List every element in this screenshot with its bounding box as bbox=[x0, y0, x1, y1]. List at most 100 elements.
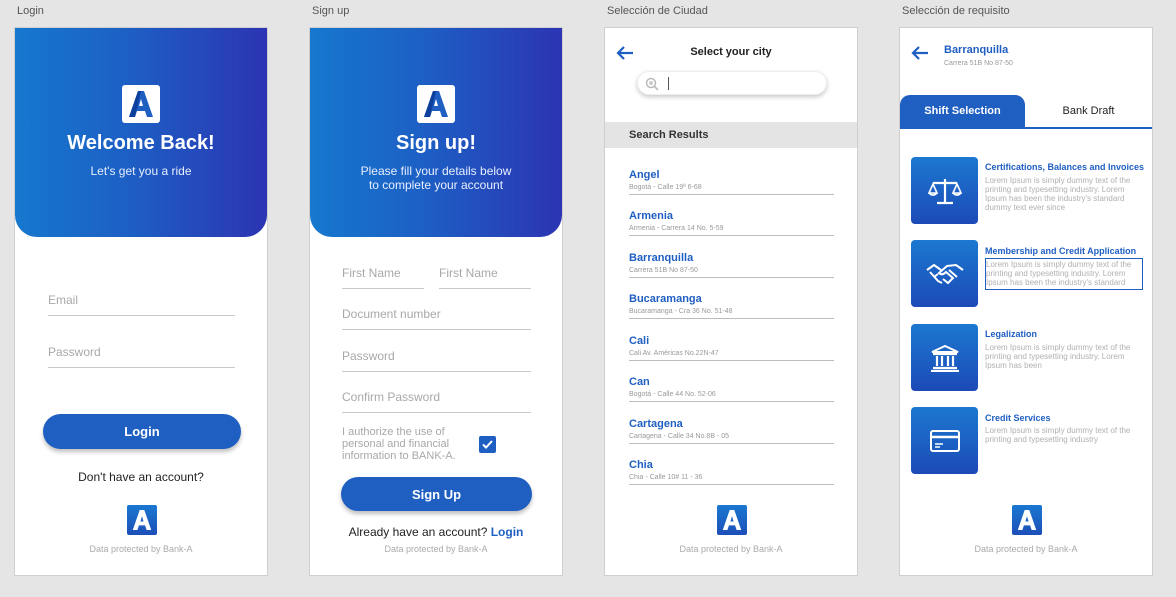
city-list-item[interactable]: Can Bogotá - Calle 44 No. 52-06 bbox=[629, 376, 834, 402]
city-name: Barranquilla bbox=[629, 252, 694, 264]
document-number-field[interactable]: Document number bbox=[342, 307, 531, 330]
signup-hero: Sign up! Please fill your details below … bbox=[310, 28, 562, 237]
artboard-label-signup: Sign up bbox=[312, 5, 350, 17]
authorize-checkbox[interactable] bbox=[479, 436, 496, 453]
signup-subtitle-line2: to complete your account bbox=[368, 178, 504, 192]
bank-logo-icon bbox=[417, 85, 455, 123]
footer-note: Data protected by Bank-A bbox=[384, 544, 488, 554]
city-list-item[interactable]: Cartagena Cartagena - Calle 34 No.8B - 0… bbox=[629, 418, 834, 444]
authorize-line3: information to BANK-A. bbox=[342, 450, 456, 462]
handshake-icon[interactable] bbox=[911, 240, 978, 307]
first-name-field[interactable]: First Name bbox=[342, 266, 424, 289]
search-results-header: Search Results bbox=[605, 122, 857, 148]
authorize-text: I authorize the use of personal and fina… bbox=[342, 426, 456, 462]
checkmark-icon bbox=[482, 440, 493, 449]
artboard-label-login: Login bbox=[17, 5, 44, 17]
city-list-item[interactable]: Cali Cali Av. Américas No.22N-47 bbox=[629, 335, 834, 361]
desc-line: Ipsum has been the industry's standard bbox=[986, 278, 1126, 287]
no-account-link[interactable]: Don't have an account? bbox=[15, 470, 267, 484]
select-city-title: Select your city bbox=[690, 46, 772, 58]
login-screen: Welcome Back! Let's get you a ride Email… bbox=[14, 27, 268, 576]
requirement-description: Lorem Ipsum is simply dummy text of the … bbox=[985, 343, 1143, 370]
signup-screen: Sign up! Please fill your details below … bbox=[309, 27, 563, 576]
footer-note: Data protected by Bank-A bbox=[679, 544, 783, 554]
selected-city-name: Barranquilla bbox=[944, 44, 1009, 56]
city-list-item[interactable]: Armenia Armenia - Carrera 14 No. 5-59 bbox=[629, 210, 834, 236]
city-name: Angel bbox=[629, 169, 660, 181]
city-name: Cali bbox=[629, 335, 650, 347]
scale-icon[interactable] bbox=[911, 157, 978, 224]
city-address: Armenia - Carrera 14 No. 5-59 bbox=[629, 225, 724, 232]
selected-city-address: Carrera 51B No 87-50 bbox=[944, 60, 1013, 67]
city-list-item[interactable]: Barranquilla Carrera 51B No 87-50 bbox=[629, 252, 834, 278]
authorize-line1: I authorize the use of bbox=[342, 426, 445, 438]
tab-bank-draft[interactable]: Bank Draft bbox=[1025, 95, 1152, 127]
city-name: Armenia bbox=[629, 210, 674, 222]
city-address: Bogotá - Calle 44 No. 52-06 bbox=[629, 391, 716, 398]
tab-underline bbox=[900, 127, 1152, 129]
signup-button[interactable]: Sign Up bbox=[341, 477, 532, 511]
city-list-item[interactable]: Angel Bogotá - Calle 19ª 6-68 bbox=[629, 169, 834, 195]
have-account-text: Already have an account? Login bbox=[310, 525, 562, 539]
password-field[interactable]: Password bbox=[342, 349, 531, 372]
city-name: Chia bbox=[629, 459, 653, 471]
login-button[interactable]: Login bbox=[43, 414, 241, 449]
bank-logo-small-icon bbox=[1012, 505, 1042, 535]
search-icon bbox=[645, 77, 659, 91]
requirement-title[interactable]: Credit Services bbox=[985, 413, 1051, 423]
requirement-description: Lorem Ipsum is simply dummy text of the … bbox=[985, 176, 1143, 212]
requirement-selection-screen: Barranquilla Carrera 51B No 87-50 Shift … bbox=[899, 27, 1153, 576]
login-title: Welcome Back! bbox=[67, 132, 215, 154]
desc-line: printing and typesetting industry. Lorem bbox=[986, 269, 1126, 278]
desc-line: Lorem Ipsum is simply dummy text of the bbox=[985, 426, 1131, 435]
desc-line: Lorem Ipsum is simply dummy text of the bbox=[986, 260, 1132, 269]
desc-line: Lorem Ipsum is simply dummy text of the bbox=[985, 343, 1131, 352]
confirm-password-field[interactable]: Confirm Password bbox=[342, 390, 531, 413]
bank-icon[interactable] bbox=[911, 324, 978, 391]
have-account-label: Already have an account? bbox=[348, 525, 488, 539]
desc-line: printing and typesetting industry. Lorem bbox=[985, 352, 1125, 361]
artboard-label-requirement: Selección de requisito bbox=[902, 5, 1010, 17]
login-link[interactable]: Login bbox=[491, 525, 524, 539]
city-list-item[interactable]: Bucaramanga Bucaramanga - Cra 36 No. 51-… bbox=[629, 293, 834, 319]
desc-line: Lorem Ipsum is simply dummy text of the bbox=[985, 176, 1131, 185]
city-address: Bucaramanga - Cra 36 No. 51-48 bbox=[629, 308, 733, 315]
desc-line: printing and typesetting industry. Lorem bbox=[985, 185, 1125, 194]
signup-title: Sign up! bbox=[396, 132, 476, 154]
desc-line: Ipsum has been the industry's standard bbox=[985, 194, 1125, 203]
city-address: Bogotá - Calle 19ª 6-68 bbox=[629, 184, 702, 191]
credit-card-icon[interactable] bbox=[911, 407, 978, 474]
city-selection-screen: Select your city Search Results Angel Bo… bbox=[604, 27, 858, 576]
city-search-input[interactable] bbox=[637, 71, 827, 95]
desc-line: Ipsum has been bbox=[985, 361, 1042, 370]
city-name: Cartagena bbox=[629, 418, 683, 430]
requirement-description: Lorem Ipsum is simply dummy text of the … bbox=[985, 426, 1143, 444]
city-list-item[interactable]: Chia Chia - Calle 10# 11 - 36 bbox=[629, 459, 834, 485]
signup-subtitle: Please fill your details below to comple… bbox=[330, 164, 542, 192]
requirement-description: Lorem Ipsum is simply dummy text of the … bbox=[985, 258, 1143, 290]
requirement-title[interactable]: Legalization bbox=[985, 329, 1037, 339]
city-address: Cartagena - Calle 34 No.8B - 05 bbox=[629, 433, 729, 440]
requirement-title[interactable]: Certifications, Balances and Invoices bbox=[985, 162, 1144, 172]
email-field[interactable]: Email bbox=[48, 293, 235, 316]
city-address: Cali Av. Américas No.22N-47 bbox=[629, 350, 719, 357]
desc-line: printing and typesetting industry bbox=[985, 435, 1098, 444]
last-name-field[interactable]: First Name bbox=[439, 266, 531, 289]
requirement-title[interactable]: Membership and Credit Application bbox=[985, 246, 1136, 256]
text-cursor bbox=[668, 77, 669, 90]
desc-line: dummy text ever since bbox=[985, 203, 1066, 212]
tab-shift-selection[interactable]: Shift Selection bbox=[900, 95, 1025, 127]
signup-subtitle-line1: Please fill your details below bbox=[360, 164, 512, 178]
bank-logo-small-icon bbox=[127, 505, 157, 535]
login-subtitle: Let's get you a ride bbox=[90, 164, 192, 178]
bank-logo-small-icon bbox=[717, 505, 747, 535]
city-name: Bucaramanga bbox=[629, 293, 702, 305]
city-address: Chia - Calle 10# 11 - 36 bbox=[629, 474, 703, 481]
footer-note: Data protected by Bank-A bbox=[974, 544, 1078, 554]
login-hero: Welcome Back! Let's get you a ride bbox=[15, 28, 267, 237]
authorize-line2: personal and financial bbox=[342, 438, 450, 450]
back-arrow-icon[interactable] bbox=[911, 46, 929, 60]
city-address: Carrera 51B No 87-50 bbox=[629, 267, 698, 274]
footer-note: Data protected by Bank-A bbox=[89, 544, 193, 554]
password-field[interactable]: Password bbox=[48, 345, 235, 368]
